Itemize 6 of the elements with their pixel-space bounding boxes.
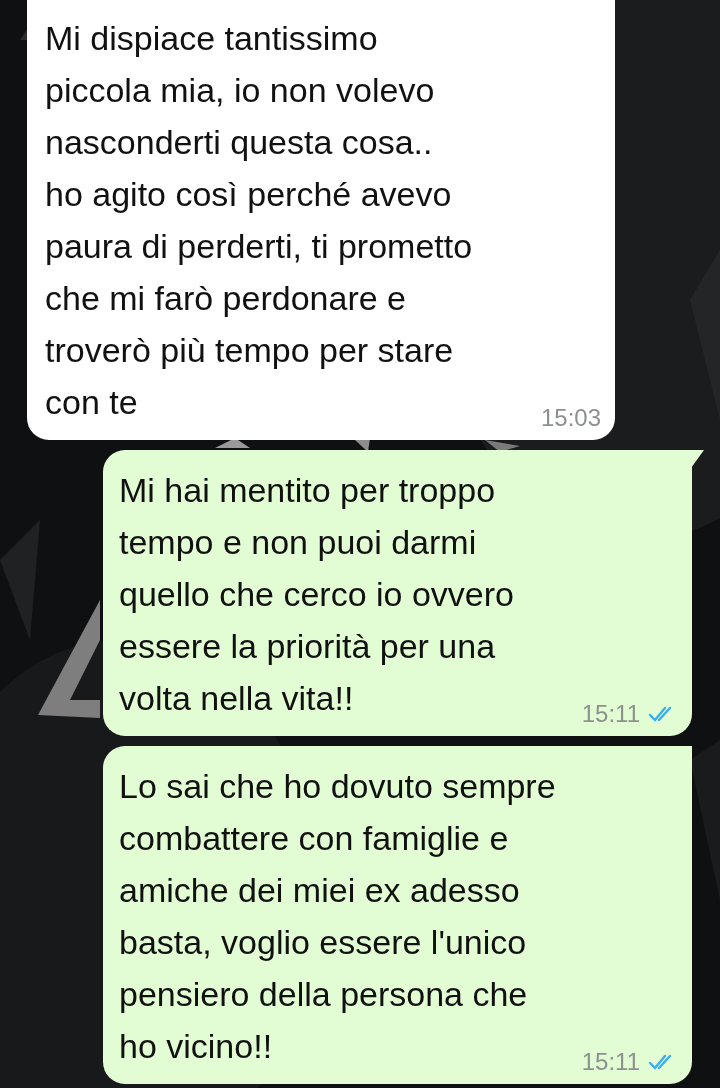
message-time: 15:11	[581, 700, 640, 728]
message-time: 15:03	[540, 404, 601, 432]
message-text: Lo sai che ho dovuto sempre combattere con famiglie e amiche dei miei ex adesso basta, voglio essere l'unico pensiero della persona che ho vicino!!	[119, 766, 556, 1067]
message-text: Mi dispiace tantissimo piccola mia, io non volevo nasconderti questa cosa.. ho agito così perché avevo paura di perderti, ti prometto che mi farò perdonare e troverò più tempo per stare con te	[45, 18, 473, 423]
message-time: 15:11	[581, 1048, 640, 1076]
message-text: Mi hai mentito per troppo tempo e non puoi darmi quello che cerco io ovvero essere la priorità per una volta nella vita!!	[119, 470, 514, 719]
